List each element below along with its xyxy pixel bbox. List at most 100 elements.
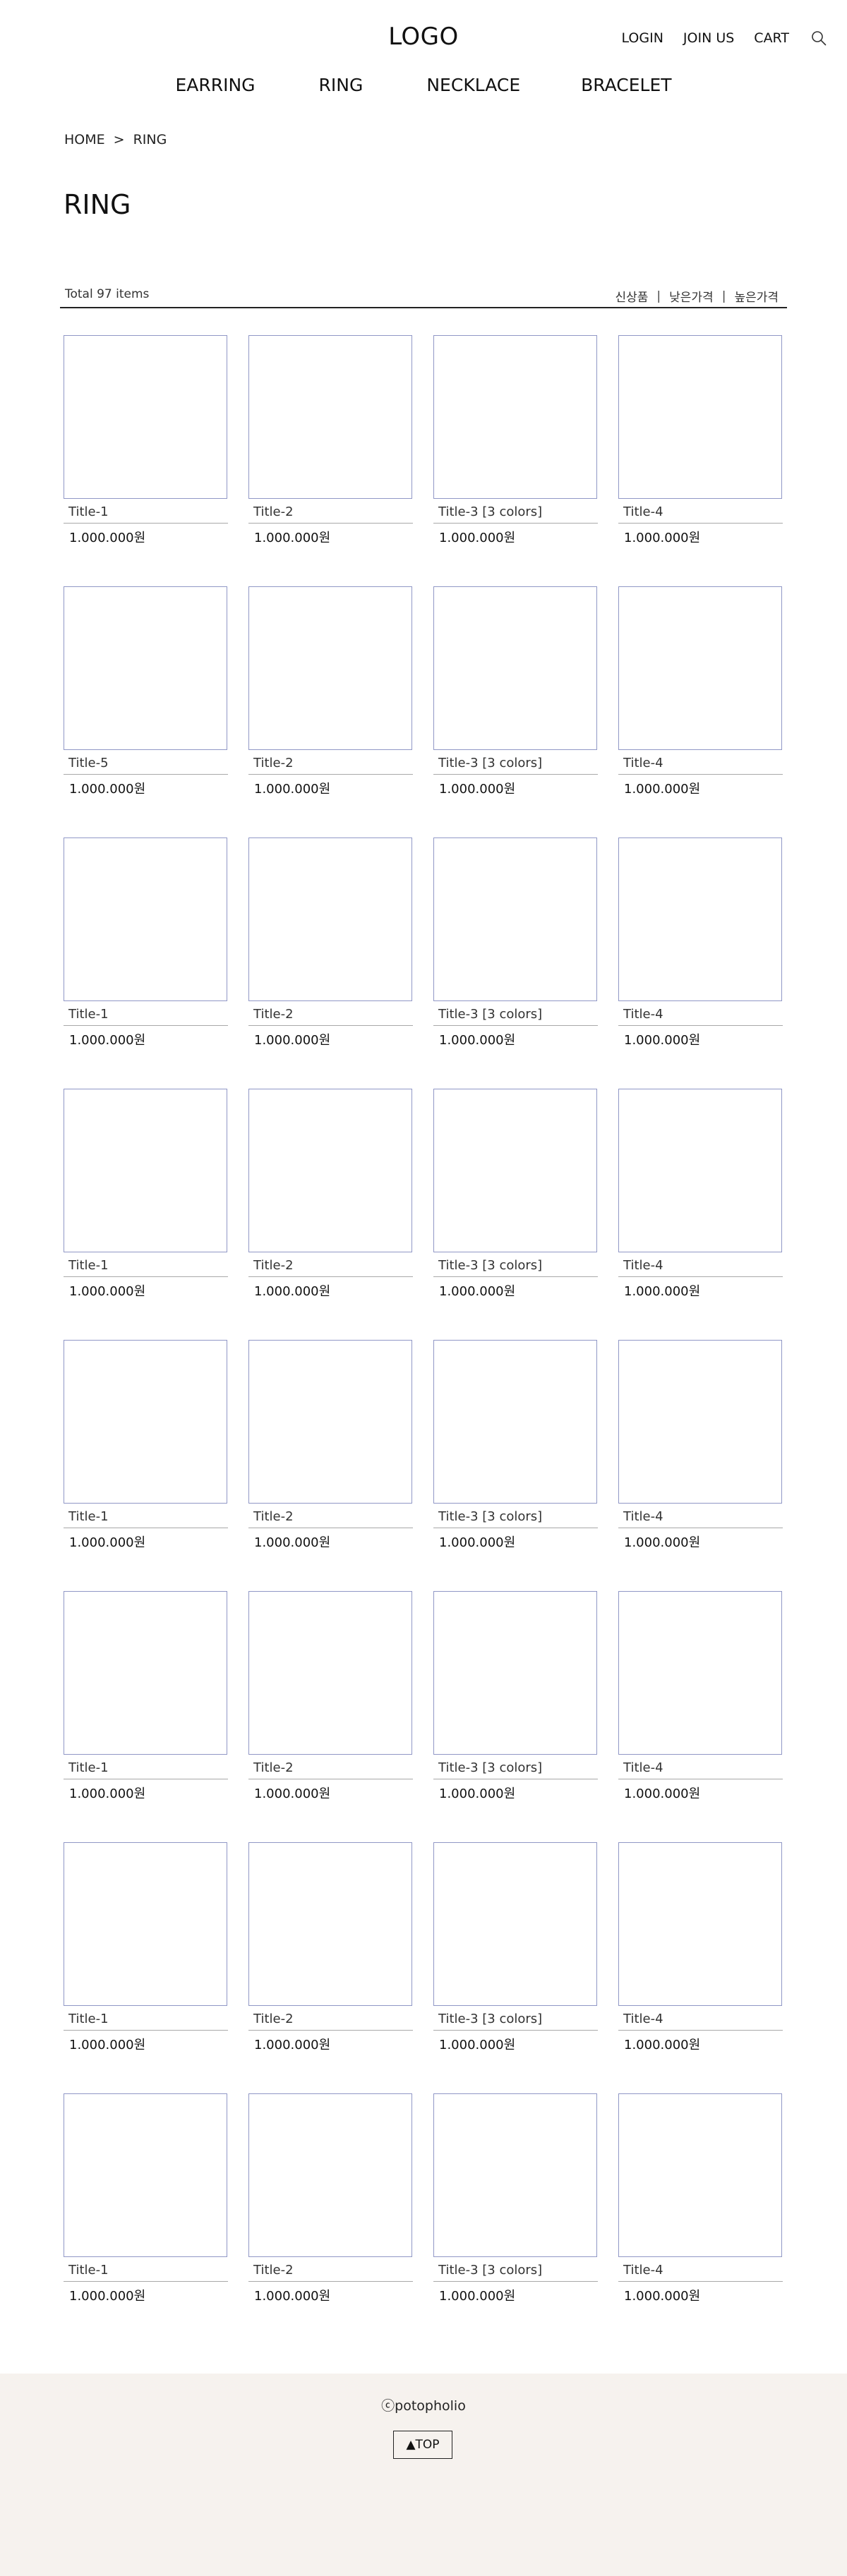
product-title[interactable]: Title-2: [253, 1258, 294, 1273]
product-card[interactable]: Title-3 [3 colors] 1.000.000원: [433, 1089, 598, 1314]
product-title[interactable]: Title-2: [253, 1760, 294, 1775]
product-image[interactable]: [433, 1340, 597, 1504]
product-image[interactable]: [248, 837, 412, 1001]
product-image[interactable]: [618, 1340, 782, 1504]
product-title[interactable]: Title-1: [68, 1509, 109, 1524]
product-card[interactable]: Title-3 [3 colors] 1.000.000원: [433, 1842, 598, 2068]
product-image[interactable]: [618, 1842, 782, 2006]
product-card[interactable]: Title-2 1.000.000원: [248, 2093, 413, 2319]
product-image[interactable]: [248, 586, 412, 750]
product-card[interactable]: Title-4 1.000.000원: [618, 837, 783, 1063]
product-card[interactable]: Title-4 1.000.000원: [618, 1340, 783, 1566]
product-card[interactable]: Title-1 1.000.000원: [64, 1089, 228, 1314]
product-card[interactable]: Title-4 1.000.000원: [618, 1089, 783, 1314]
product-image[interactable]: [433, 2093, 597, 2257]
product-title[interactable]: Title-4: [623, 1509, 663, 1524]
search-icon[interactable]: [810, 30, 827, 47]
product-card[interactable]: Title-3 [3 colors] 1.000.000원: [433, 837, 598, 1063]
product-title[interactable]: Title-2: [253, 504, 294, 519]
product-title[interactable]: Title-2: [253, 1007, 294, 1022]
product-image[interactable]: [618, 837, 782, 1001]
product-card[interactable]: Title-1 1.000.000원: [64, 335, 228, 561]
nav-earring[interactable]: EARRING: [175, 75, 255, 95]
product-card[interactable]: Title-4 1.000.000원: [618, 335, 783, 561]
product-card[interactable]: Title-3 [3 colors] 1.000.000원: [433, 2093, 598, 2319]
product-title[interactable]: Title-2: [253, 2012, 294, 2026]
product-title[interactable]: Title-2: [253, 1509, 294, 1524]
product-title[interactable]: Title-4: [623, 2263, 663, 2278]
product-title[interactable]: Title-1: [68, 504, 109, 519]
nav-necklace[interactable]: NECKLACE: [426, 75, 520, 95]
product-image[interactable]: [618, 2093, 782, 2257]
product-card[interactable]: Title-4 1.000.000원: [618, 1842, 783, 2068]
product-title[interactable]: Title-3 [3 colors]: [438, 1509, 542, 1524]
login-link[interactable]: LOGIN: [622, 30, 663, 46]
product-image[interactable]: [248, 1842, 412, 2006]
product-image[interactable]: [64, 586, 227, 750]
product-image[interactable]: [64, 335, 227, 499]
product-image[interactable]: [64, 1591, 227, 1755]
product-card[interactable]: Title-5 1.000.000원: [64, 586, 228, 812]
product-card[interactable]: Title-4 1.000.000원: [618, 1591, 783, 1817]
product-title[interactable]: Title-1: [68, 2012, 109, 2026]
product-image[interactable]: [433, 586, 597, 750]
product-card[interactable]: Title-3 [3 colors] 1.000.000원: [433, 586, 598, 812]
product-image[interactable]: [64, 2093, 227, 2257]
product-title[interactable]: Title-3 [3 colors]: [438, 1258, 542, 1273]
cart-link[interactable]: CART: [754, 30, 789, 46]
product-image[interactable]: [248, 1591, 412, 1755]
product-card[interactable]: Title-3 [3 colors] 1.000.000원: [433, 1591, 598, 1817]
product-card[interactable]: Title-2 1.000.000원: [248, 1842, 413, 2068]
product-image[interactable]: [64, 1340, 227, 1504]
product-title[interactable]: Title-3 [3 colors]: [438, 2263, 542, 2278]
product-title[interactable]: Title-3 [3 colors]: [438, 2012, 542, 2026]
sort-new[interactable]: 신상품: [615, 287, 648, 305]
product-image[interactable]: [433, 837, 597, 1001]
product-title[interactable]: Title-4: [623, 504, 663, 519]
product-title[interactable]: Title-5: [68, 756, 109, 770]
product-card[interactable]: Title-3 [3 colors] 1.000.000원: [433, 335, 598, 561]
product-title[interactable]: Title-1: [68, 1007, 109, 1022]
product-card[interactable]: Title-2 1.000.000원: [248, 335, 413, 561]
product-card[interactable]: Title-2 1.000.000원: [248, 1591, 413, 1817]
product-card[interactable]: Title-3 [3 colors] 1.000.000원: [433, 1340, 598, 1566]
product-card[interactable]: Title-2 1.000.000원: [248, 1340, 413, 1566]
join-us-link[interactable]: JOIN US: [683, 30, 734, 46]
product-card[interactable]: Title-1 1.000.000원: [64, 1591, 228, 1817]
product-title[interactable]: Title-3 [3 colors]: [438, 1007, 542, 1022]
product-image[interactable]: [433, 1089, 597, 1252]
nav-bracelet[interactable]: BRACELET: [581, 75, 671, 95]
product-image[interactable]: [64, 1089, 227, 1252]
nav-ring[interactable]: RING: [319, 75, 364, 95]
product-image[interactable]: [618, 335, 782, 499]
product-title[interactable]: Title-4: [623, 1760, 663, 1775]
product-title[interactable]: Title-1: [68, 1258, 109, 1273]
product-image[interactable]: [248, 2093, 412, 2257]
product-image[interactable]: [433, 1842, 597, 2006]
product-title[interactable]: Title-4: [623, 2012, 663, 2026]
product-image[interactable]: [433, 335, 597, 499]
product-image[interactable]: [64, 837, 227, 1001]
product-image[interactable]: [618, 1591, 782, 1755]
product-card[interactable]: Title-2 1.000.000원: [248, 586, 413, 812]
product-title[interactable]: Title-3 [3 colors]: [438, 1760, 542, 1775]
product-title[interactable]: Title-3 [3 colors]: [438, 504, 542, 519]
product-image[interactable]: [64, 1842, 227, 2006]
product-image[interactable]: [433, 1591, 597, 1755]
product-title[interactable]: Title-2: [253, 2263, 294, 2278]
product-title[interactable]: Title-1: [68, 1760, 109, 1775]
product-title[interactable]: Title-1: [68, 2263, 109, 2278]
product-title[interactable]: Title-2: [253, 756, 294, 770]
product-image[interactable]: [618, 586, 782, 750]
product-card[interactable]: Title-2 1.000.000원: [248, 837, 413, 1063]
breadcrumb-current[interactable]: RING: [133, 132, 167, 147]
scroll-top-button[interactable]: ▲TOP: [393, 2431, 452, 2459]
product-card[interactable]: Title-4 1.000.000원: [618, 2093, 783, 2319]
product-card[interactable]: Title-1 1.000.000원: [64, 2093, 228, 2319]
sort-low-price[interactable]: 낮은가격: [669, 287, 714, 305]
product-title[interactable]: Title-4: [623, 1007, 663, 1022]
product-card[interactable]: Title-4 1.000.000원: [618, 586, 783, 812]
breadcrumb-home[interactable]: HOME: [64, 132, 105, 147]
product-card[interactable]: Title-1 1.000.000원: [64, 1842, 228, 2068]
product-title[interactable]: Title-3 [3 colors]: [438, 756, 542, 770]
